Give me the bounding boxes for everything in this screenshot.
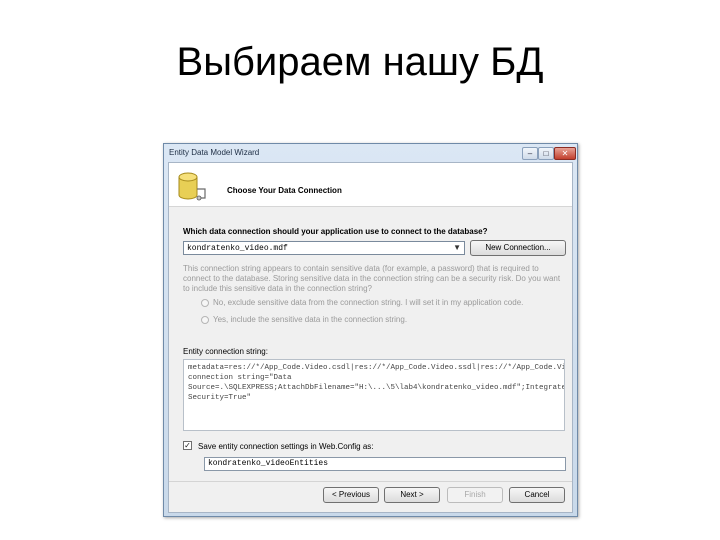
window-title: Entity Data Model Wizard [169, 148, 260, 157]
close-button[interactable]: ✕ [554, 147, 576, 160]
data-connection-value: kondratenko_video.mdf [187, 244, 288, 253]
footer-separator [169, 481, 572, 482]
wizard-header: Choose Your Data Connection [169, 163, 572, 207]
exclude-sensitive-label: No, exclude sensitive data from the conn… [213, 298, 524, 307]
sensitive-info-line1: This connection string appears to contai… [183, 264, 539, 273]
entity-name-input[interactable]: kondratenko_videoEntities [204, 457, 566, 471]
data-connection-select[interactable]: kondratenko_video.mdf ▼ [183, 241, 465, 255]
entity-connection-string[interactable]: metadata=res://*/App_Code.Video.csdl|res… [183, 359, 565, 431]
save-settings-label: Save entity connection settings in Web.C… [198, 442, 374, 451]
wizard-window: Entity Data Model Wizard – □ ✕ Choose Yo… [163, 143, 578, 517]
wizard-client-area: Choose Your Data Connection Which data c… [168, 162, 573, 513]
save-settings-checkbox[interactable]: ✓ [183, 441, 192, 450]
finish-button[interactable]: Finish [447, 487, 503, 503]
entity-connection-label: Entity connection string: [183, 347, 268, 356]
connection-question: Which data connection should your applic… [183, 227, 488, 236]
cancel-button[interactable]: Cancel [509, 487, 565, 503]
sensitive-info-line3: to include this sensitive data in the co… [183, 284, 373, 293]
minimize-button[interactable]: – [522, 147, 538, 160]
exclude-sensitive-radio[interactable] [201, 299, 209, 307]
new-connection-button[interactable]: New Connection... [470, 240, 566, 256]
include-sensitive-radio[interactable] [201, 316, 209, 324]
previous-button[interactable]: < Previous [323, 487, 379, 503]
chevron-down-icon[interactable]: ▼ [453, 243, 461, 252]
maximize-button[interactable]: □ [538, 147, 554, 160]
include-sensitive-label: Yes, include the sensitive data in the c… [213, 315, 408, 324]
sensitive-info-line2: connect to the database. Storing sensiti… [183, 274, 561, 283]
page-heading: Choose Your Data Connection [227, 186, 342, 195]
slide-title: Выбираем нашу БД [176, 40, 544, 84]
next-button[interactable]: Next > [384, 487, 440, 503]
database-icon [178, 172, 206, 201]
